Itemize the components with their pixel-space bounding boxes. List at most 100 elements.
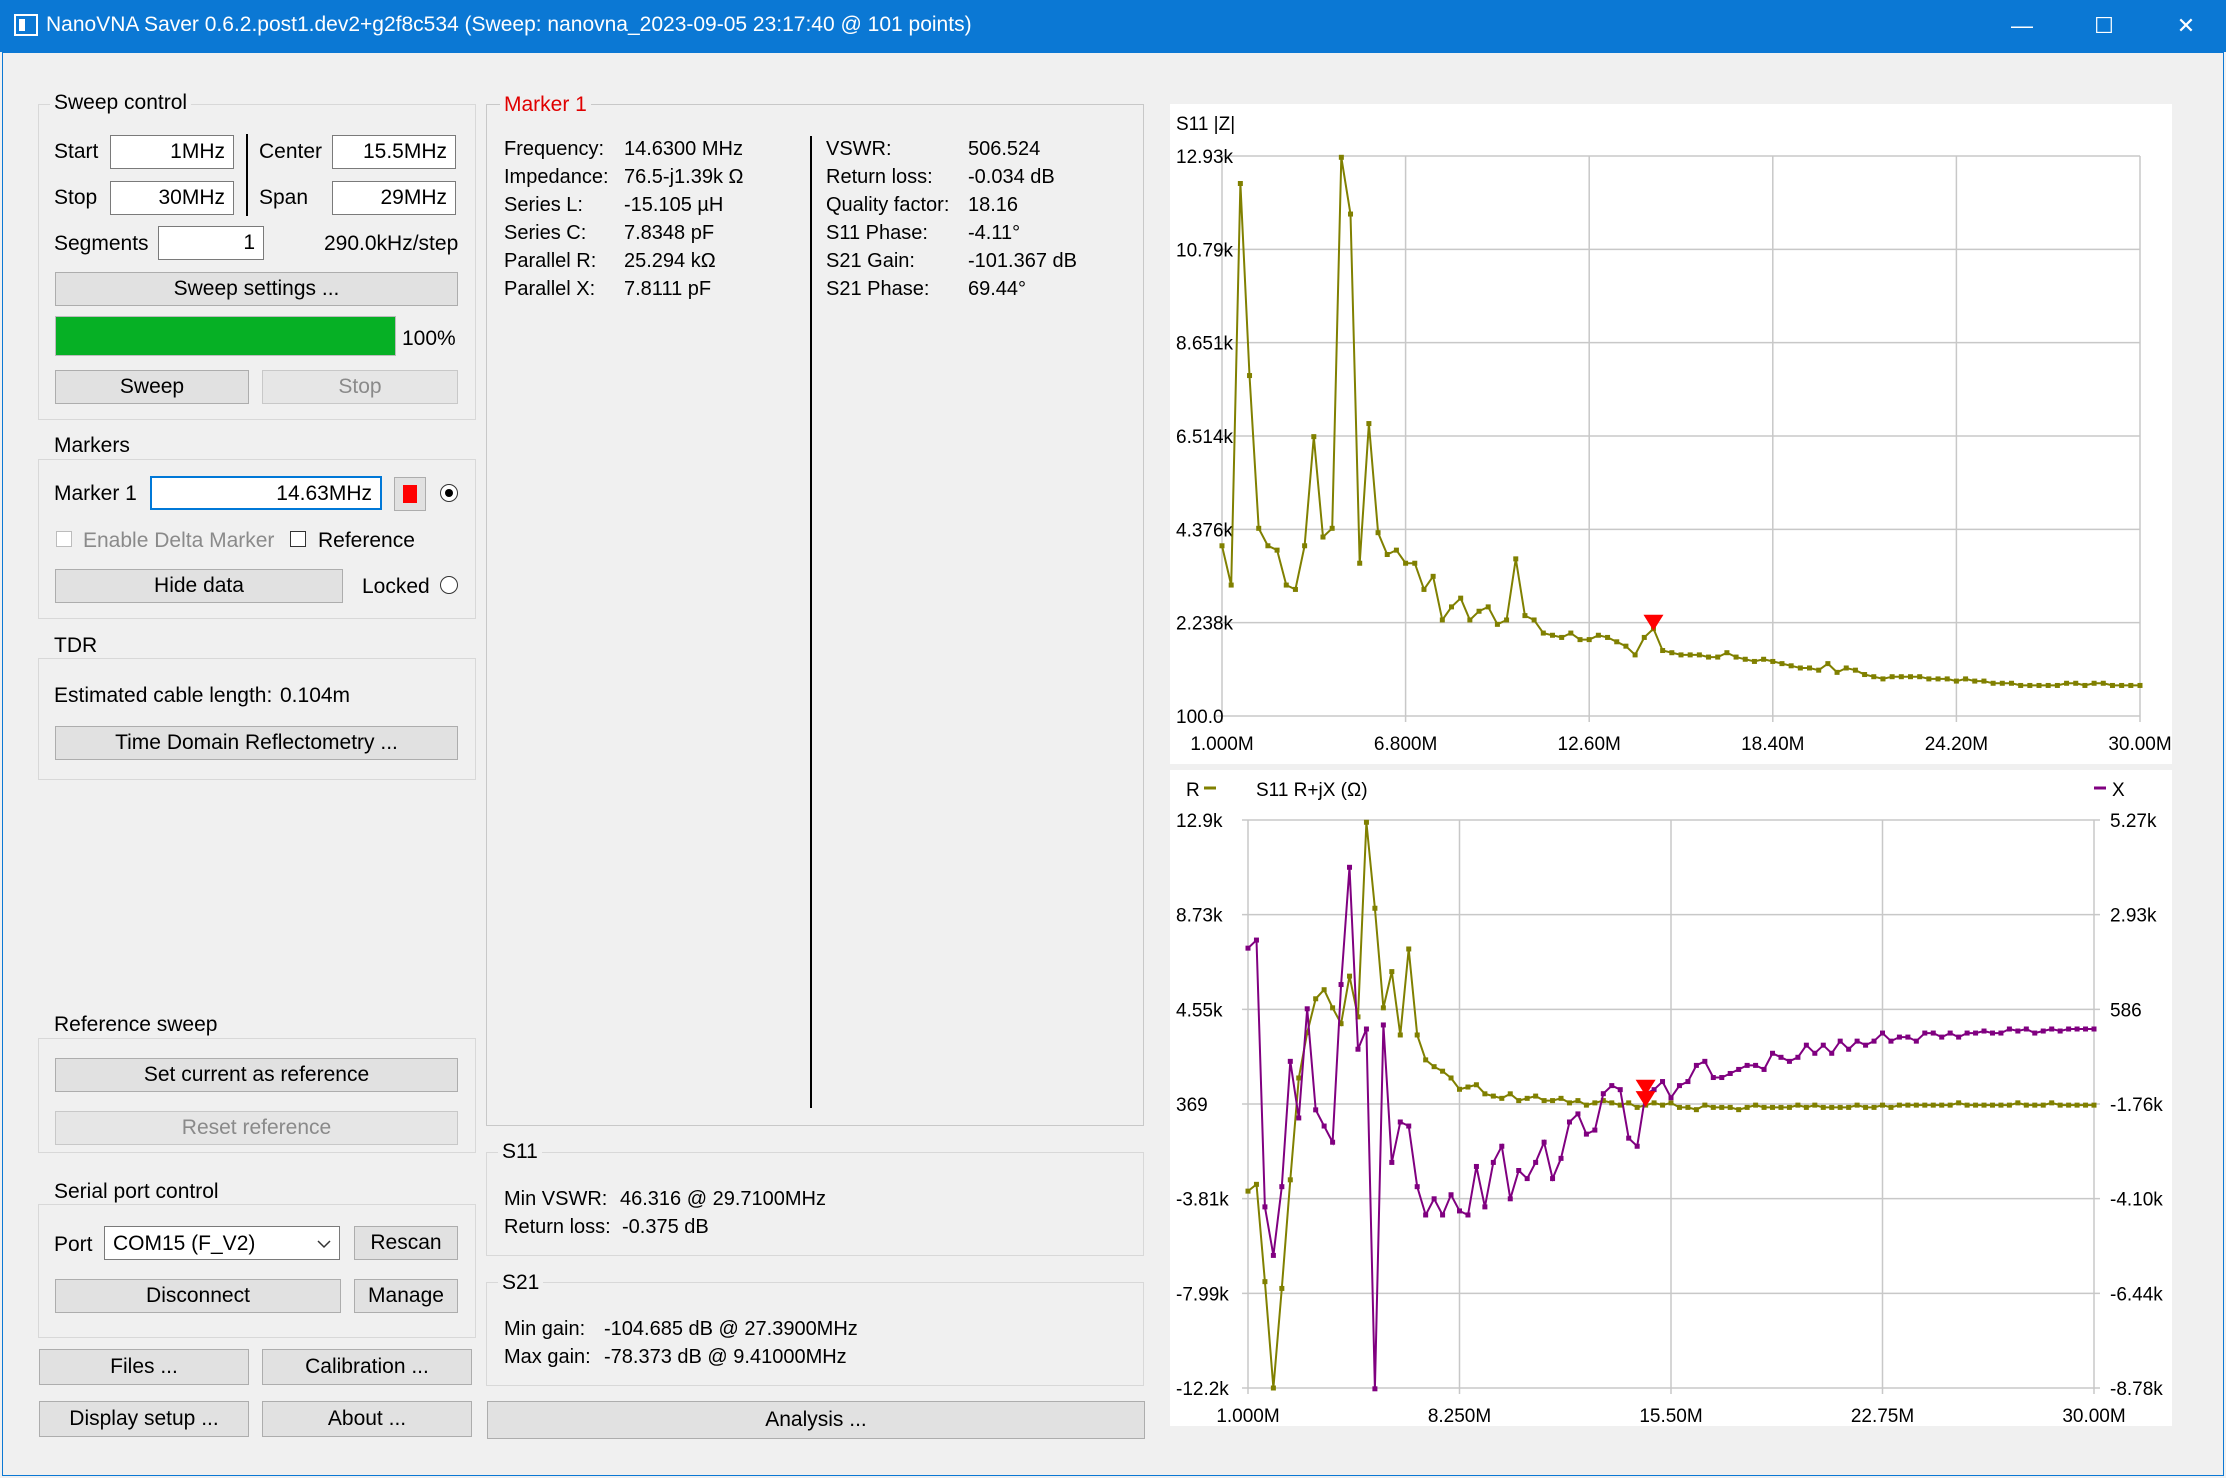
delta-marker-label: Enable Delta Marker (83, 529, 275, 552)
stop-button[interactable]: Stop (262, 370, 458, 404)
manage-button[interactable]: Manage (354, 1279, 458, 1313)
impedance-point (2027, 682, 2033, 688)
impedance-point (1724, 650, 1730, 656)
reactance-point (1685, 1079, 1691, 1085)
reactance-point (1414, 1184, 1420, 1190)
sweep-button[interactable]: Sweep (55, 370, 249, 404)
analysis-button[interactable]: Analysis ... (487, 1401, 1145, 1439)
reactance-point (1372, 1386, 1378, 1392)
resistance-point (1270, 1385, 1276, 1391)
marker1-frequency-input[interactable]: 14.63MHz (150, 476, 382, 510)
marker-left-key: Impedance: (504, 166, 609, 188)
tdr-button[interactable]: Time Domain Reflectometry ... (55, 726, 458, 760)
reactance-point (2066, 1026, 2072, 1032)
display-setup-button[interactable]: Display setup ... (39, 1401, 249, 1437)
x-tick-label: 30.00M (2062, 1406, 2125, 1426)
minimize-icon[interactable]: — (1982, 0, 2062, 52)
return-loss-value: -0.375 dB (622, 1216, 709, 1238)
rescan-button[interactable]: Rescan (354, 1226, 458, 1260)
impedance-point (2018, 682, 2024, 688)
files-button[interactable]: Files ... (39, 1349, 249, 1385)
marker-divider (810, 136, 812, 1108)
reference-checkbox[interactable] (290, 531, 306, 547)
s11-rx-chart[interactable]: S11 R+jX (Ω) R X 1.000M 8.250M 15.50M 22.75M 30… (1170, 770, 2172, 1427)
reactance-point (1524, 1176, 1530, 1182)
marker-right-key: S11 Phase: (826, 222, 928, 244)
reactance-point (1744, 1062, 1750, 1068)
marker-right-value: 18.16 (968, 194, 1019, 216)
marker1-active-radio[interactable] (440, 484, 458, 502)
reactance-point (2040, 1028, 2046, 1034)
reactance-point (1803, 1042, 1809, 1048)
reactance-point (1330, 1139, 1336, 1145)
port-select-value: COM15 (F_V2) (113, 1232, 256, 1255)
reactance-point (1871, 1038, 1877, 1044)
center-input[interactable]: 15.5MHz (332, 135, 456, 169)
resistance-point (1609, 1100, 1615, 1106)
span-input[interactable]: 29MHz (332, 181, 456, 215)
marker-right-key: S21 Gain: (826, 250, 915, 272)
reactance-point (1338, 982, 1344, 988)
impedance-point (1302, 543, 1308, 549)
resistance-point (1448, 1075, 1454, 1081)
serial-port-group (38, 1204, 476, 1338)
resistance-point (2074, 1102, 2080, 1108)
resistance-point (1626, 1100, 1632, 1106)
sweep-progress-fill (56, 317, 395, 355)
reset-reference-button[interactable]: Reset reference (55, 1111, 458, 1145)
stop-input[interactable]: 30MHz (110, 181, 234, 215)
x-tick-label: 6.800M (1374, 734, 1437, 755)
resistance-point (1913, 1102, 1919, 1108)
resistance-point (1330, 1005, 1336, 1011)
impedance-point (1366, 421, 1372, 427)
tdr-title: TDR (50, 634, 102, 658)
impedance-point (1577, 637, 1583, 643)
locked-radio[interactable] (440, 576, 458, 594)
reactance-point (1609, 1083, 1615, 1089)
start-label: Start (54, 140, 99, 163)
about-button[interactable]: About ... (262, 1401, 472, 1437)
x-tick-label: 8.250M (1428, 1406, 1491, 1426)
impedance-point (1513, 556, 1519, 562)
resistance-point (1541, 1098, 1547, 1104)
s11-rx-chart-svg: S11 R+jX (Ω) R X 1.000M 8.250M 15.50M 22.75M 30… (1176, 780, 2163, 1427)
impedance-point (1852, 667, 1858, 673)
reactance-point (1245, 945, 1251, 951)
marker-right-value: 506.524 (968, 138, 1041, 160)
impedance-point (1972, 678, 1978, 684)
delta-marker-checkbox[interactable] (56, 531, 72, 547)
reactance-point (1575, 1111, 1581, 1117)
resistance-point (1693, 1107, 1699, 1113)
min-gain-label: Min gain: (504, 1318, 586, 1340)
y-tick-label: 4.55k (1176, 1000, 1223, 1021)
impedance-point (1559, 634, 1565, 640)
resistance-point (1507, 1091, 1513, 1097)
s11-impedance-chart[interactable]: S11 |Z| 1.000M 6.800M 12.60M 18.40M 24.20M 30.… (1170, 104, 2172, 764)
reactance-point (1566, 1119, 1572, 1125)
close-icon[interactable]: ✕ (2146, 0, 2226, 52)
reactance-point (1270, 1252, 1276, 1258)
maximize-icon[interactable]: ☐ (2064, 0, 2144, 52)
resistance-point (1592, 1100, 1598, 1106)
reactance-point (1905, 1034, 1911, 1040)
set-reference-button[interactable]: Set current as reference (55, 1058, 458, 1092)
port-select[interactable]: COM15 (F_V2) (104, 1226, 340, 1260)
title-bar: NanoVNA Saver 0.6.2.post1.dev2+g2f8c534 … (0, 0, 2226, 52)
disconnect-button[interactable]: Disconnect (55, 1279, 341, 1313)
hide-data-button[interactable]: Hide data (55, 569, 343, 603)
sweep-settings-button[interactable]: Sweep settings ... (55, 272, 458, 306)
resistance-point (1287, 1177, 1293, 1183)
progress-text: 100% (402, 327, 456, 350)
reactance-point (1668, 1095, 1674, 1101)
return-loss-label: Return loss: (504, 1216, 611, 1238)
reactance-point (1431, 1196, 1437, 1202)
impedance-point (1357, 560, 1363, 566)
marker1-color-button[interactable] (394, 477, 426, 511)
impedance-point (2064, 680, 2070, 686)
y-tick-label: 10.79k (1176, 240, 1234, 261)
start-input[interactable]: 1MHz (110, 135, 234, 169)
max-gain-label: Max gain: (504, 1346, 591, 1368)
resistance-point (1363, 819, 1369, 825)
segments-input[interactable]: 1 (158, 226, 264, 260)
calibration-button[interactable]: Calibration ... (262, 1349, 472, 1385)
